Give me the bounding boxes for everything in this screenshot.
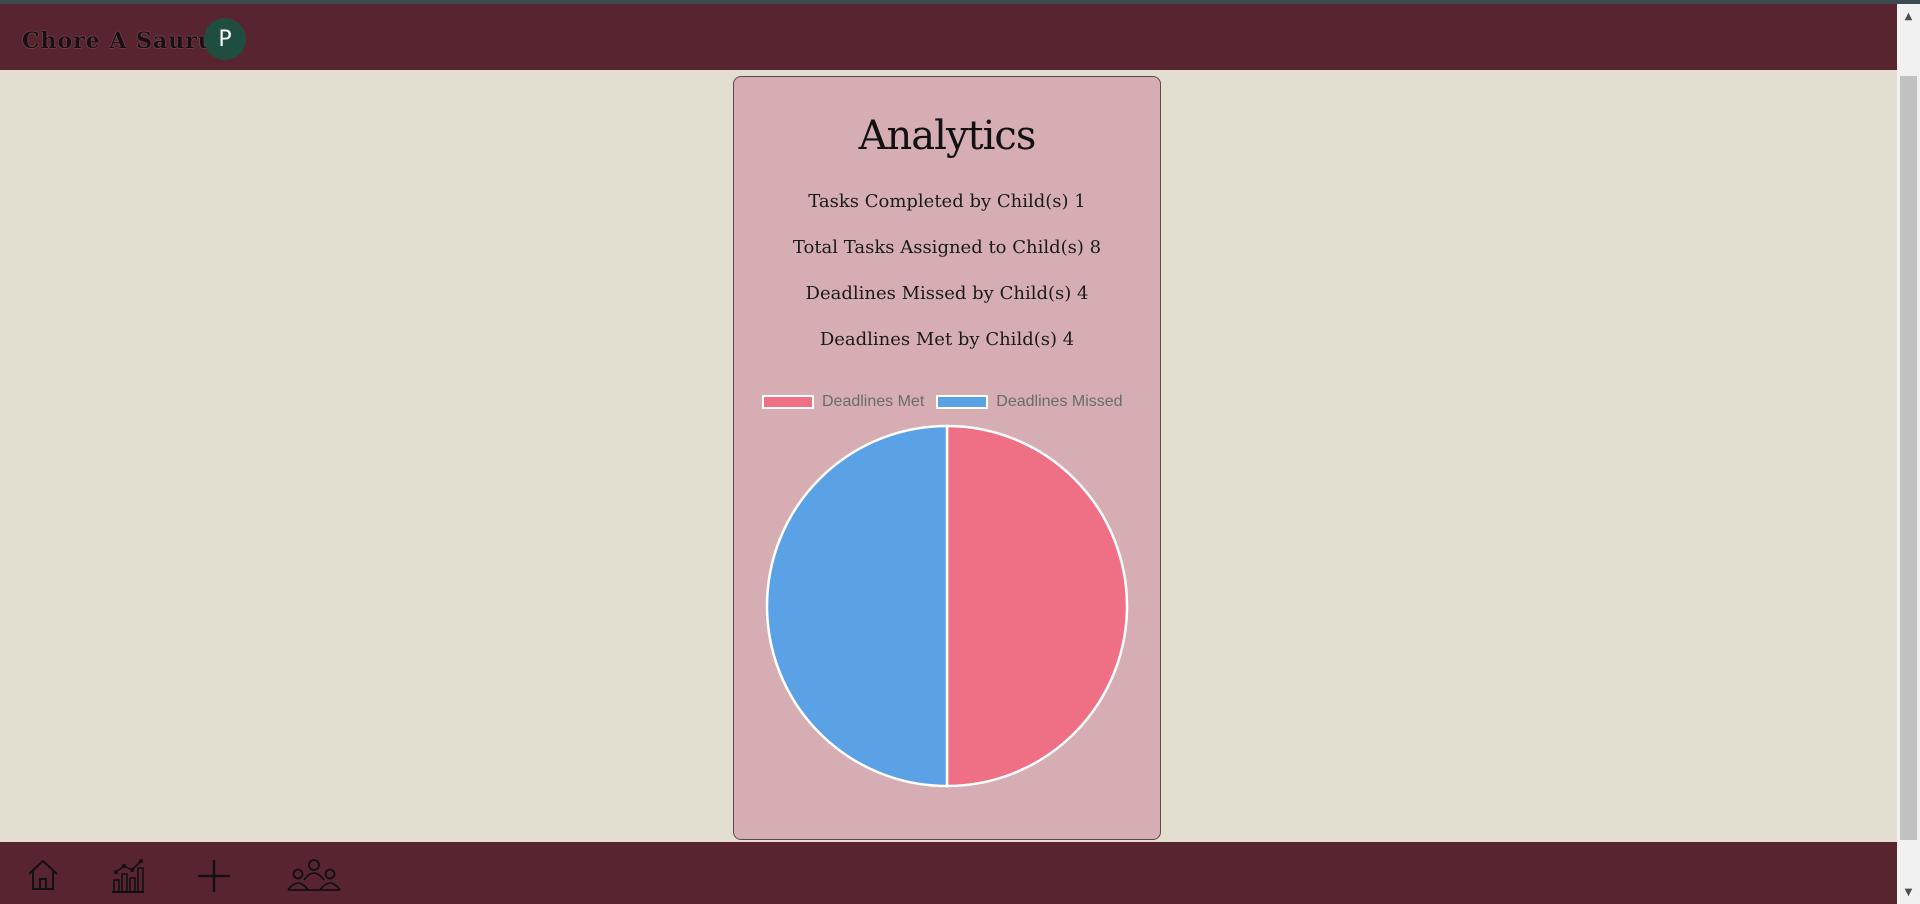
analytics-card: Analytics Tasks Completed by Child(s) 1 … <box>733 76 1161 840</box>
app-title: Chore A Saurus <box>22 28 229 54</box>
legend-swatch-missed <box>936 395 989 409</box>
pie-slice-deadlines-met[interactable] <box>945 424 1129 788</box>
legend-item-deadlines-missed[interactable]: Deadlines Missed <box>936 393 1123 411</box>
page-title: Analytics <box>858 113 1037 159</box>
scroll-down-arrow-icon[interactable]: ▼ <box>1897 884 1920 901</box>
scrollbar-thumb[interactable] <box>1900 76 1917 840</box>
chart-legend: Deadlines Met Deadlines Missed <box>762 393 1135 411</box>
stat-deadlines-met: Deadlines Met by Child(s) 4 <box>819 329 1075 350</box>
stat-deadlines-missed: Deadlines Missed by Child(s) 4 <box>805 283 1089 304</box>
legend-swatch-met <box>762 395 814 409</box>
top-bar: Chore A Saurus P <box>0 4 1897 70</box>
scroll-up-arrow-icon[interactable]: ▲ <box>1897 8 1920 25</box>
legend-label-met: Deadlines Met <box>822 393 925 410</box>
legend-item-deadlines-met[interactable]: Deadlines Met <box>762 393 924 411</box>
legend-label-missed: Deadlines Missed <box>996 393 1123 410</box>
add-icon[interactable] <box>196 858 232 894</box>
family-icon[interactable] <box>286 858 342 894</box>
stat-total-tasks: Total Tasks Assigned to Child(s) 8 <box>792 237 1102 258</box>
pie-chart <box>765 424 1129 788</box>
analytics-icon[interactable] <box>110 858 146 894</box>
stat-tasks-completed: Tasks Completed by Child(s) 1 <box>808 191 1086 212</box>
vertical-scrollbar[interactable]: ▲ ▼ <box>1897 4 1920 904</box>
bottom-nav <box>0 842 1897 904</box>
pie-slice-deadlines-missed[interactable] <box>765 424 949 788</box>
home-icon[interactable] <box>26 858 60 892</box>
profile-avatar[interactable]: P <box>204 18 246 60</box>
